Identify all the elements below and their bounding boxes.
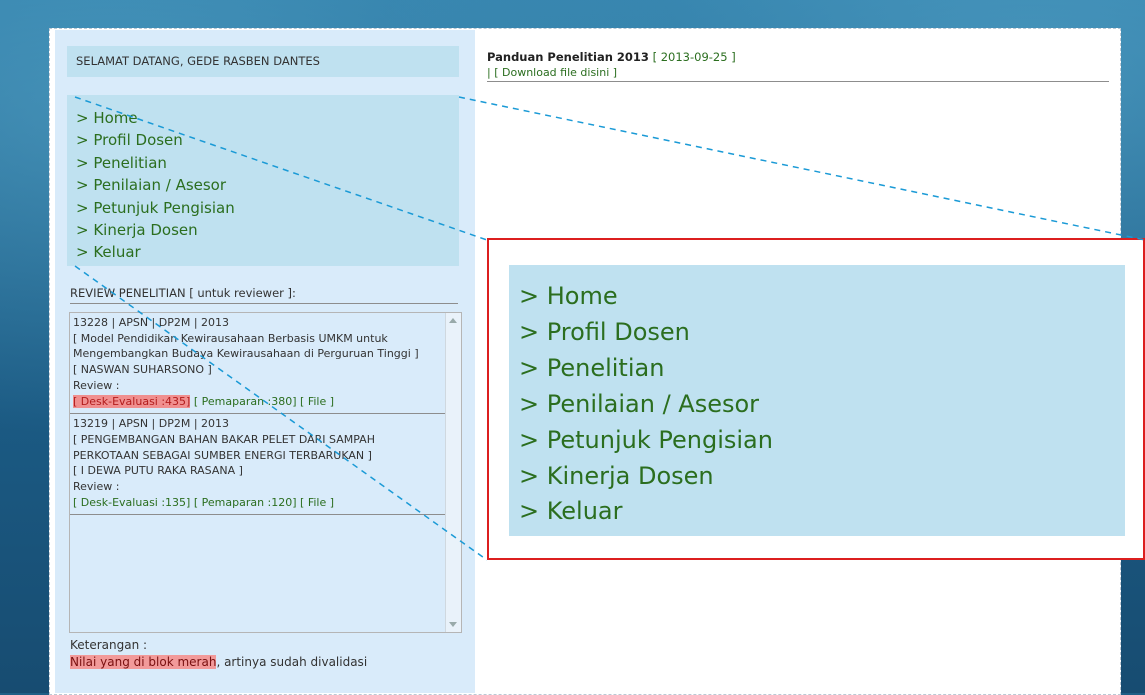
review-code: 13219 | APSN | DP2M | 2013 (73, 417, 230, 431)
menu-item-petunjuk-pengisian[interactable]: > Petunjuk Pengisian (76, 197, 459, 219)
menu-item-home[interactable]: > Home (76, 107, 459, 129)
welcome-banner: SELAMAT DATANG, GEDE RASBEN DANTES (67, 46, 459, 77)
download-link[interactable]: | [ Download file disini ] (487, 66, 617, 79)
scroll-down-arrow-icon[interactable] (449, 622, 457, 627)
zoom-menu-item-kinerja-dosen: > Kinerja Dosen (519, 461, 714, 490)
review-author: [ I DEWA PUTU RAKA RASANA ] (73, 464, 243, 478)
zoom-menu-item-home: > Home (519, 282, 618, 310)
pemaparan-link[interactable]: [ Pemaparan :120] (194, 496, 297, 509)
doc-heading: Panduan Penelitian 2013 [ 2013-09-25 ] (487, 50, 736, 64)
file-link[interactable]: [ File ] (300, 395, 334, 408)
review-scrollbar[interactable] (445, 313, 461, 632)
menu-item-kinerja-dosen[interactable]: > Kinerja Dosen (76, 219, 459, 241)
review-item: 13228 | APSN | DP2M | 2013 [ Model Pendi… (70, 313, 461, 415)
zoom-menu-item-keluar: > Keluar (519, 497, 623, 526)
review-item: 13219 | APSN | DP2M | 2013 [ PENGEMBANGA… (70, 414, 461, 516)
desk-evaluasi-link[interactable]: [ Desk-Evaluasi :135] (73, 496, 190, 509)
keterangan-label: Keterangan : (70, 638, 148, 652)
doc-title: Panduan Penelitian 2013 (487, 50, 649, 64)
menu-item-profil-dosen[interactable]: > Profil Dosen (76, 129, 459, 151)
menu-item-keluar[interactable]: > Keluar (76, 241, 459, 263)
zoom-menu-item-penelitian: > Penelitian (519, 353, 665, 382)
scroll-up-arrow-icon[interactable] (449, 318, 457, 323)
review-title-text: [ Model Pendidikan Kewirausahaan Berbasi… (73, 331, 419, 361)
review-label: Review : (73, 378, 120, 392)
review-author: [ NASWAN SUHARSONO ] (73, 363, 212, 377)
divider (487, 81, 1109, 82)
main-menu: > Home > Profil Dosen > Penelitian > Pen… (67, 95, 459, 266)
menu-item-penilaian-asesor[interactable]: > Penilaian / Asesor (76, 174, 459, 196)
menu-item-penelitian[interactable]: > Penelitian (76, 152, 459, 174)
review-title: REVIEW PENELITIAN [ untuk reviewer ]: (70, 286, 458, 304)
zoom-callout: > Home > Profil Dosen > Penelitian > Pen… (487, 238, 1145, 560)
review-list[interactable]: 13228 | APSN | DP2M | 2013 [ Model Pendi… (69, 312, 462, 633)
review-label: Review : (73, 480, 120, 494)
zoom-menu-item-penilaian-asesor: > Penilaian / Asesor (519, 389, 760, 418)
doc-date: [ 2013-09-25 ] (652, 50, 736, 64)
review-code: 13228 | APSN | DP2M | 2013 (73, 316, 230, 329)
zoom-menu-item-petunjuk-pengisian: > Petunjuk Pengisian (519, 425, 773, 454)
review-title-text: [ PENGEMBANGAN BAHAN BAKAR PELET DARI SA… (73, 432, 375, 462)
keterangan: Keterangan : Nilai yang di blok merah, a… (70, 637, 367, 671)
zoom-menu-item-profil-dosen: > Profil Dosen (519, 317, 690, 346)
zoomed-menu: > Home > Profil Dosen > Penelitian > Pen… (509, 265, 1125, 536)
keterangan-rest: , artinya sudah divalidasi (216, 655, 368, 669)
file-link[interactable]: [ File ] (300, 496, 334, 509)
desk-evaluasi-link[interactable]: [ Desk-Evaluasi :435] (73, 394, 191, 408)
pemaparan-link[interactable]: [ Pemaparan :380] (194, 395, 297, 408)
keterangan-highlight: Nilai yang di blok merah (70, 655, 217, 669)
